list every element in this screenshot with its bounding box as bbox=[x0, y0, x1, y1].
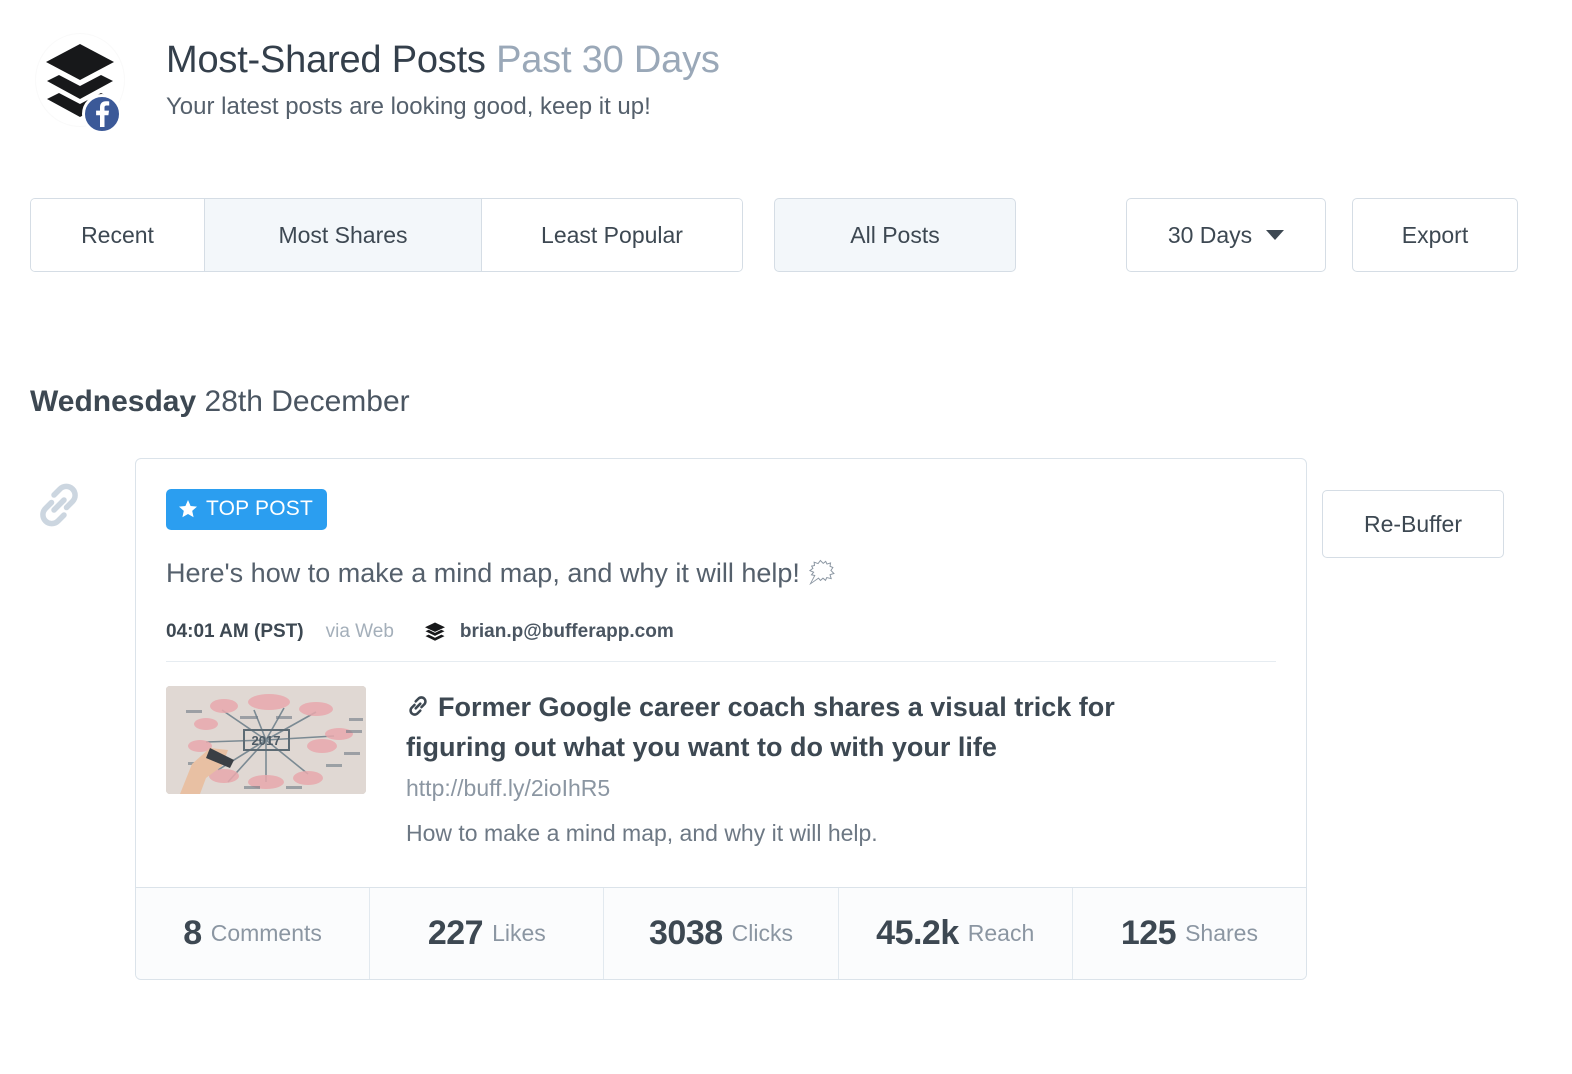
post-time: 04:01 AM (PST) bbox=[166, 621, 304, 643]
date-range-label: 30 Days bbox=[1167, 221, 1253, 248]
post-source: via Web bbox=[325, 621, 394, 643]
post-stats-bar: 8 Comments 227 Likes 3038 Clicks 45.2k R… bbox=[136, 886, 1306, 979]
link-title-text: Former Google career coach shares a visu… bbox=[406, 692, 1115, 763]
post-card: TOP POST Here's how to make a mind map, … bbox=[135, 458, 1307, 980]
controls-bar: Recent Most Shares Least Popular All Pos… bbox=[30, 198, 1542, 272]
page-header: Most-Shared Posts Past 30 Days Your late… bbox=[30, 32, 720, 136]
stat-value: 45.2k bbox=[876, 913, 959, 952]
stat-value: 3038 bbox=[649, 913, 723, 952]
stat-label: Shares bbox=[1185, 919, 1258, 946]
stat-label: Reach bbox=[967, 919, 1035, 946]
stat-label: Comments bbox=[210, 919, 322, 946]
post-meta: 04:01 AM (PST) via Web brian.p@bufferapp… bbox=[166, 621, 1276, 663]
export-button[interactable]: Export bbox=[1352, 198, 1518, 272]
tab-most-shares[interactable]: Most Shares bbox=[205, 199, 482, 271]
stat-reach: 45.2k Reach bbox=[839, 887, 1073, 979]
re-buffer-button[interactable]: Re-Buffer bbox=[1322, 490, 1504, 558]
link-title[interactable]: Former Google career coach shares a visu… bbox=[406, 688, 1196, 767]
link-description: How to make a mind map, and why it will … bbox=[406, 819, 878, 846]
day-group-heading: Wednesday 28th December bbox=[30, 385, 410, 419]
sort-segmented-control: Recent Most Shares Least Popular bbox=[30, 198, 743, 272]
page-title: Most-Shared Posts Past 30 Days bbox=[166, 38, 720, 83]
svg-text:2017: 2017 bbox=[252, 733, 281, 748]
link-url[interactable]: http://buff.ly/2ioIhR5 bbox=[406, 775, 1196, 802]
avatar bbox=[30, 32, 126, 136]
link-info: Former Google career coach shares a visu… bbox=[406, 686, 1196, 847]
page-title-range: Past 30 Days bbox=[496, 39, 720, 81]
stat-value: 227 bbox=[427, 913, 484, 952]
header-text-block: Most-Shared Posts Past 30 Days Your late… bbox=[166, 32, 720, 121]
link-chain-icon bbox=[40, 483, 78, 527]
link-preview[interactable]: 2017 Former Google career coach shares a… bbox=[166, 662, 1276, 887]
buffer-stack-icon bbox=[424, 621, 446, 643]
chevron-down-icon bbox=[1266, 230, 1285, 240]
mind-map-photo: 2017 bbox=[166, 686, 366, 795]
status-badge-label: TOP POST bbox=[206, 497, 314, 520]
link-thumbnail[interactable]: 2017 bbox=[166, 686, 366, 795]
tab-least-popular[interactable]: Least Popular bbox=[482, 199, 742, 271]
filter-all-posts-button[interactable]: All Posts bbox=[774, 198, 1016, 272]
stat-value: 8 bbox=[183, 913, 202, 952]
tab-recent[interactable]: Recent bbox=[31, 199, 205, 271]
status-badge: TOP POST bbox=[166, 489, 328, 530]
stat-label: Likes bbox=[492, 919, 546, 946]
star-icon bbox=[179, 500, 197, 518]
speech-balloon-icon: 🗯 bbox=[805, 559, 838, 588]
stat-likes: 227 Likes bbox=[370, 887, 605, 979]
day-date: 28th December bbox=[204, 385, 410, 418]
stat-value: 125 bbox=[1120, 913, 1177, 952]
stat-shares: 125 Shares bbox=[1073, 888, 1306, 979]
post-card-body: TOP POST Here's how to make a mind map, … bbox=[136, 459, 1306, 887]
date-range-dropdown[interactable]: 30 Days bbox=[1126, 198, 1326, 272]
link-chain-icon bbox=[406, 690, 430, 728]
stat-clicks: 3038 Clicks bbox=[604, 887, 839, 979]
day-weekday: Wednesday bbox=[30, 385, 197, 418]
post-text: Here's how to make a mind map, and why i… bbox=[166, 556, 1276, 591]
page-title-main: Most-Shared Posts bbox=[166, 39, 486, 81]
post-account: brian.p@bufferapp.com bbox=[459, 621, 674, 643]
facebook-icon bbox=[82, 94, 122, 134]
page-subtitle: Your latest posts are looking good, keep… bbox=[166, 92, 651, 120]
stat-comments: 8 Comments bbox=[136, 887, 371, 979]
stat-label: Clicks bbox=[731, 919, 793, 946]
post-text-content: Here's how to make a mind map, and why i… bbox=[166, 558, 800, 588]
